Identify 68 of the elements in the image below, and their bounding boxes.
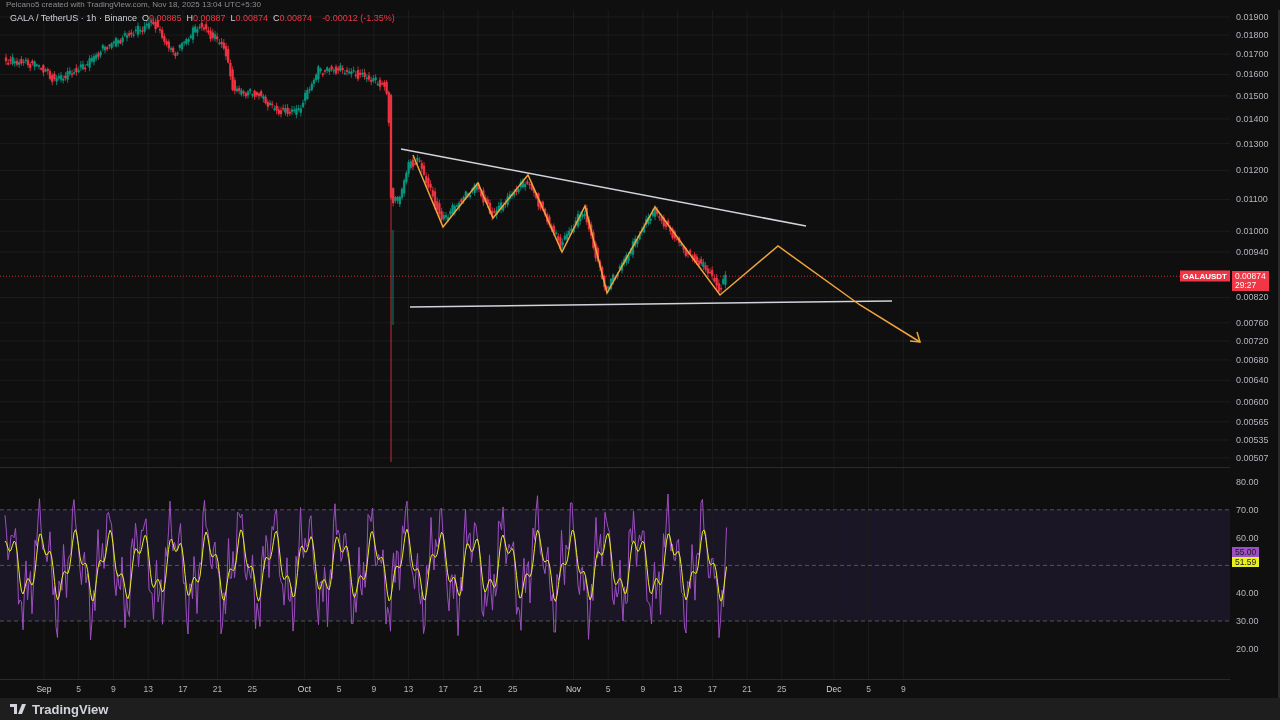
ohlc-label: L: [230, 13, 236, 23]
price-axis-label: 0.01900: [1236, 12, 1269, 22]
price-axis-label: 0.01400: [1236, 113, 1269, 124]
time-axis-label: 13: [143, 684, 153, 694]
time-axis-label: 9: [900, 684, 906, 694]
time-axis-label: 25: [508, 684, 518, 694]
time-axis-label: Nov: [565, 684, 582, 694]
last-price: 0.00874: [1235, 272, 1266, 282]
rsi-value-tag: 51.59: [1232, 556, 1260, 567]
brand-name: TradingView: [32, 701, 109, 717]
time-axis-label: 5: [336, 684, 342, 694]
time-axis-label: 9: [111, 684, 116, 694]
time-axis-label: 25: [777, 684, 787, 694]
symbol-title: GALA / TetherUS · 1h · Binance: [10, 13, 137, 23]
time-axis-label: 21: [473, 684, 483, 694]
time-axis-label: 17: [178, 684, 188, 694]
time-axis-label: 17: [438, 684, 448, 694]
ohlc-value: 0.00887: [192, 13, 226, 23]
symbol-tag: GALAUSDT: [1179, 270, 1230, 282]
price-axis-label: 0.00507: [1236, 452, 1269, 463]
time-axis-label: Sep: [36, 684, 52, 694]
time-axis-label: 9: [371, 684, 377, 694]
rsi-axis-label: 30.00: [1236, 616, 1259, 626]
tradingview-logo-icon: [10, 704, 28, 714]
rsi-axis-label: 20.00: [1236, 643, 1259, 654]
price-axis-label: 0.01500: [1236, 90, 1269, 101]
price-axis-label: 0.00940: [1236, 246, 1269, 257]
price-axis-label: 0.00640: [1236, 375, 1269, 386]
price-change: -0.00012 (-1.35%): [322, 13, 395, 23]
time-axis-label: 5: [866, 684, 871, 694]
time-axis-label: 17: [707, 684, 718, 694]
time-axis-label: 5: [605, 684, 611, 694]
rsi-axis-label: 40.00: [1236, 588, 1259, 599]
rsi-axis-label: 80.00: [1236, 477, 1259, 487]
price-axis-label: 0.00565: [1236, 416, 1269, 427]
time-axis-label: 13: [672, 684, 683, 694]
chart-caption: Pelcano5 created with TradingView.com, Nov 18, 2025 13:04 UTC+5:30: [5, 0, 262, 10]
time-axis-label: Dec: [826, 684, 842, 694]
time-axis-label: 21: [212, 684, 223, 694]
price-axis-label: 0.00600: [1236, 396, 1269, 407]
time-axis-label: Oct: [297, 684, 311, 694]
price-axis-label: 0.01200: [1236, 165, 1269, 176]
time-axis-label: 25: [247, 684, 258, 694]
rsi-axis-label: 70.00: [1236, 504, 1259, 515]
time-axis-label: 5: [76, 684, 82, 694]
ohlc-value: 0.00885: [148, 13, 182, 23]
ohlc-label: C: [273, 13, 280, 23]
price-axis-label: 0.01800: [1236, 30, 1269, 41]
time-axis-label: 13: [403, 684, 414, 694]
ohlc-value: 0.00874: [279, 13, 313, 23]
price-axis-label: 0.00680: [1236, 355, 1269, 365]
ohlc-label: O: [141, 13, 149, 23]
rsi-axis-label: 60.00: [1236, 532, 1259, 543]
price-axis-label: 0.00820: [1236, 292, 1269, 303]
price-axis-label: 0.01300: [1236, 138, 1269, 149]
price-axis-label: 0.00760: [1236, 317, 1269, 328]
price-axis-label: 0.00720: [1236, 335, 1269, 346]
ohlc-label: H: [186, 13, 193, 23]
price-axis-label: 0.01700: [1236, 49, 1269, 60]
price-axis-label: 0.01100: [1236, 194, 1268, 205]
price-axis-label: 0.01600: [1236, 69, 1269, 80]
price-axis-label: 0.01000: [1236, 226, 1269, 237]
time-axis-label: 9: [640, 684, 646, 694]
price-axis-label: 0.00535: [1236, 435, 1269, 446]
rsi-value-tag: 55.00: [1232, 546, 1260, 557]
bar-countdown: 29:27: [1235, 281, 1258, 291]
ohlc-value: 0.00874: [235, 13, 269, 23]
time-axis-label: 21: [742, 684, 752, 694]
